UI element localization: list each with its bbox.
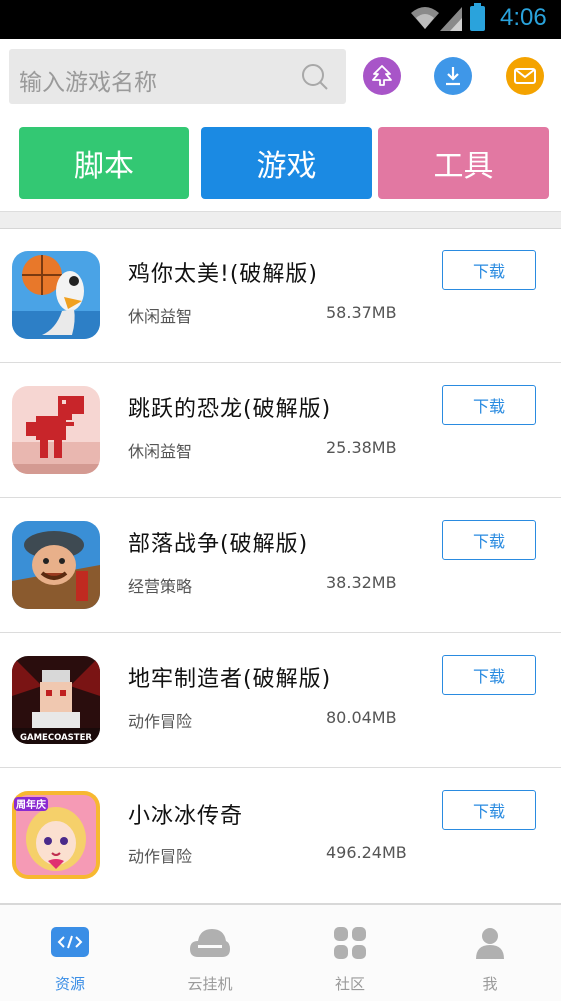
app-size: 38.32MB [326,573,397,592]
tab-cloud[interactable]: 云挂机 [140,905,280,1001]
app-title: 鸡你太美!(破解版) [128,262,318,287]
download-button[interactable]: 下载 [442,250,536,290]
download-button[interactable]: 下载 [442,385,536,425]
warrior-icon [12,521,100,609]
app-title: 跳跃的恐龙(破解版) [128,397,332,422]
list-item[interactable]: GAMECOASTER 地牢制造者(破解版) 动作冒险 80.04MB 下载 [0,633,561,768]
category-tool-button[interactable]: 工具 [378,127,549,199]
status-bar: 4:06 [0,0,561,39]
anime-girl-icon: 周年庆 [12,791,100,879]
pixel-dinosaur-icon [12,386,100,474]
person-icon [476,928,504,959]
battery-icon [470,3,485,31]
dungeon-maker-icon: GAMECOASTER [12,656,100,744]
signal-icon [440,7,462,31]
app-category: 动作冒险 [128,847,193,866]
tree-icon [372,65,392,86]
tab-label: 我 [482,975,498,993]
icon-label: 周年庆 [16,798,46,811]
chicken-basketball-icon [12,251,100,339]
app-size: 496.24MB [326,843,407,862]
status-time: 4:06 [500,4,547,31]
tab-community[interactable]: 社区 [280,905,420,1001]
tab-label: 社区 [334,975,365,993]
app-size: 25.38MB [326,438,397,457]
download-button[interactable] [434,57,472,95]
list-item[interactable]: 周年庆 小冰冰传奇 动作冒险 496.24MB 下载 [0,768,561,907]
app-title: 小冰冰传奇 [128,804,244,829]
search-placeholder: 输入游戏名称 [19,70,157,96]
list-item[interactable]: 鸡你太美!(破解版) 休闲益智 58.37MB 下载 [0,228,561,363]
download-button[interactable]: 下载 [442,790,536,830]
tree-button[interactable] [363,57,401,95]
list-item[interactable]: 跳跃的恐龙(破解版) 休闲益智 25.38MB 下载 [0,363,561,498]
download-button[interactable]: 下载 [442,655,536,695]
app-size: 80.04MB [326,708,397,727]
download-icon [446,67,460,86]
bottom-navigation: 资源 云挂机 社区 我 [0,903,561,1001]
grid-icon [334,927,366,959]
top-bar: 输入游戏名称 [0,39,561,114]
app-size: 58.37MB [326,303,397,322]
app-category: 休闲益智 [128,307,193,326]
mail-button[interactable] [506,57,544,95]
category-script-button[interactable]: 脚本 [19,127,189,199]
search-icon[interactable] [301,63,329,91]
cloud-icon [190,929,230,957]
app-title: 部落战争(破解版) [128,532,309,557]
tab-resources[interactable]: 资源 [0,905,140,1001]
app-category: 动作冒险 [128,712,193,731]
section-divider [0,211,561,229]
list-item[interactable]: 部落战争(破解版) 经营策略 38.32MB 下载 [0,498,561,633]
tab-label: 云挂机 [187,975,233,993]
app-category: 经营策略 [128,577,193,596]
category-game-button[interactable]: 游戏 [201,127,372,199]
wifi-icon [411,7,439,29]
mail-icon [514,68,536,84]
app-list: 鸡你太美!(破解版) 休闲益智 58.37MB 下载 跳跃的恐龙(破解版) 休闲… [0,228,561,907]
tab-label: 资源 [54,975,85,993]
icon-label: GAMECOASTER [20,733,92,743]
app-category: 休闲益智 [128,442,193,461]
download-button[interactable]: 下载 [442,520,536,560]
search-input[interactable]: 输入游戏名称 [9,49,346,104]
code-icon [51,927,89,957]
tab-me[interactable]: 我 [420,905,560,1001]
app-title: 地牢制造者(破解版) [128,667,332,692]
